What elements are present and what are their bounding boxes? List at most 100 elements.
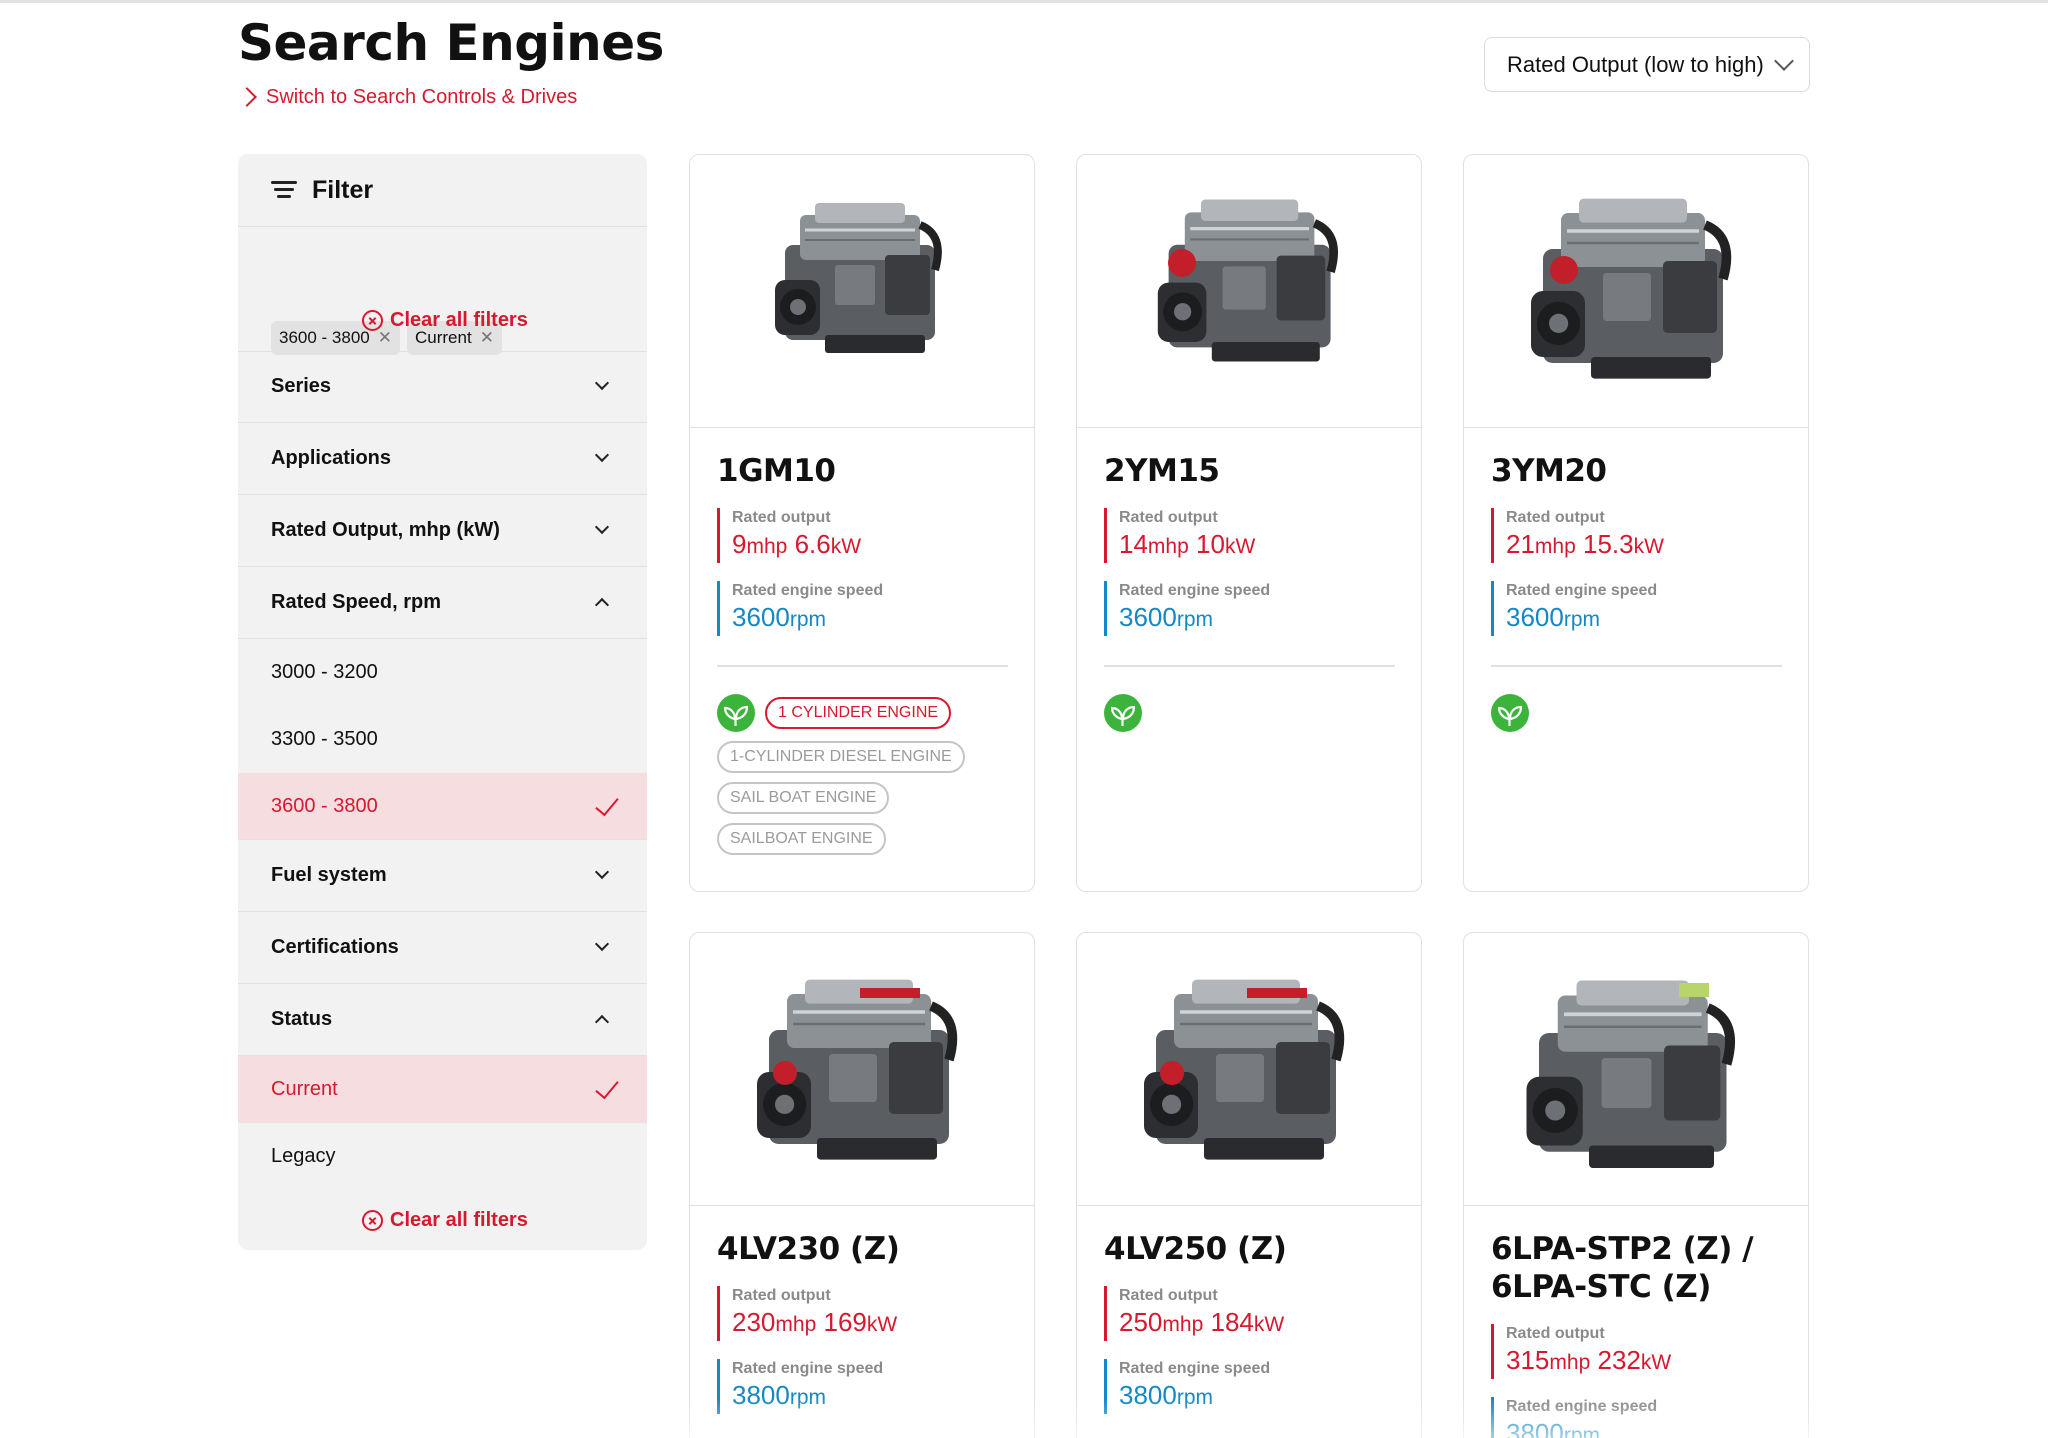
rated-output-label: Rated output: [732, 1287, 831, 1304]
engine-image: [1464, 155, 1808, 428]
filter-section-certifications[interactable]: Certifications: [238, 912, 647, 984]
rated-speed: Rated engine speed 3800rpm: [717, 1359, 1008, 1414]
eco-leaf-icon: [1104, 693, 1142, 732]
clear-all-filters-top[interactable]: Clear all filters: [362, 309, 528, 332]
mhp-value: 21: [1506, 529, 1535, 559]
mhp-value: 250: [1119, 1307, 1163, 1337]
engine-name: 4LV250 (Z): [1104, 1231, 1287, 1267]
filter-section-applications[interactable]: Applications: [238, 423, 647, 495]
status-option-current[interactable]: Current: [238, 1056, 647, 1123]
engine-image: [690, 155, 1034, 428]
engine-name: 1GM10: [717, 453, 836, 489]
active-filters: 3600 - 3800 ✕ Current ✕: [238, 227, 647, 355]
chevron-down-icon: [594, 936, 610, 952]
rated-speed: Rated engine speed 3600rpm: [1104, 581, 1395, 636]
rated-speed-label: Rated engine speed: [1119, 1360, 1271, 1377]
speed-option-3300[interactable]: 3300 - 3500: [238, 706, 647, 773]
kw-value: 184: [1210, 1307, 1254, 1337]
rated-output-label: Rated output: [1119, 1287, 1218, 1304]
kw-unit: kW: [1224, 535, 1256, 558]
rated-output-label: Rated output: [1506, 509, 1605, 526]
rpm-unit: rpm: [1176, 1386, 1214, 1409]
tags: 1 CYLINDER ENGINE 1-CYLINDER DIESEL ENGI…: [717, 693, 1008, 855]
rated-speed-label: Rated engine speed: [1119, 582, 1271, 599]
clear-all-label: Clear all filters: [390, 1209, 528, 1231]
tag[interactable]: SAILBOAT ENGINE: [717, 822, 886, 855]
chevron-down-icon: [1774, 51, 1794, 71]
rpm-value: 3800: [1119, 1380, 1177, 1410]
section-label: Applications: [271, 447, 392, 469]
engine-card[interactable]: 3YM20 Rated output 21mhp 15.3kW Rated en…: [1463, 154, 1809, 892]
rated-output: Rated output 9mhp 6.6kW: [717, 508, 1008, 563]
mhp-unit: mhp: [775, 1313, 817, 1336]
mhp-unit: mhp: [746, 535, 788, 558]
tags: [1491, 693, 1782, 732]
checkmark-icon: [595, 1074, 619, 1100]
checkmark-icon: [595, 791, 619, 817]
rated-output: Rated output 250mhp 184kW: [1104, 1286, 1395, 1341]
speed-option-3600[interactable]: 3600 - 3800: [238, 773, 647, 840]
tag[interactable]: SAIL BOAT ENGINE: [717, 781, 890, 814]
divider: [1491, 665, 1782, 667]
switch-to-controls-link[interactable]: Switch to Search Controls & Drives: [236, 84, 577, 110]
kw-unit: kW: [866, 1313, 898, 1336]
option-label: Current: [271, 1078, 338, 1100]
engine-name: 3YM20: [1491, 453, 1607, 489]
engine-name-line1: 6LPA-STP2 (Z) /: [1491, 1231, 1754, 1267]
switch-link-label: Switch to Search Controls & Drives: [266, 85, 578, 108]
engine-image: [1077, 933, 1421, 1206]
kw-value: 169: [823, 1307, 867, 1337]
tags: [1104, 693, 1395, 732]
kw-value: 15.3: [1583, 529, 1634, 559]
filter-section-rated-speed[interactable]: Rated Speed, rpm: [238, 567, 647, 639]
rpm-unit: rpm: [1563, 1424, 1601, 1438]
engine-card[interactable]: 6LPA-STP2 (Z) / 6LPA-STC (Z) Rated outpu…: [1463, 932, 1809, 1438]
engine-card[interactable]: 1GM10 Rated output 9mhp 6.6kW Rated engi…: [689, 154, 1035, 892]
filter-icon: [271, 181, 297, 199]
filter-panel: Filter 3600 - 3800 ✕ Current ✕ Clear all…: [238, 154, 647, 1250]
rated-speed: Rated engine speed 3800rpm: [1104, 1359, 1395, 1414]
engine-card[interactable]: 4LV230 (Z) Rated output 230mhp 169kW Rat…: [689, 932, 1035, 1438]
filter-section-series[interactable]: Series: [238, 351, 647, 423]
clear-all-filters-bottom[interactable]: Clear all filters: [362, 1209, 528, 1232]
rated-speed: Rated engine speed 3600rpm: [717, 581, 1008, 636]
engine-name-line2: 6LPA-STC (Z): [1491, 1269, 1711, 1305]
tag[interactable]: 1-CYLINDER DIESEL ENGINE: [717, 740, 965, 773]
kw-unit: kW: [1253, 1313, 1285, 1336]
status-option-legacy[interactable]: Legacy: [238, 1123, 647, 1190]
page-title: Search Engines: [238, 14, 664, 72]
mhp-value: 315: [1506, 1345, 1550, 1375]
tag-primary[interactable]: 1 CYLINDER ENGINE: [765, 696, 952, 729]
chevron-down-icon: [594, 447, 610, 463]
section-label: Status: [271, 1008, 333, 1030]
rated-output-label: Rated output: [732, 509, 831, 526]
rpm-unit: rpm: [789, 1386, 827, 1409]
chevron-down-icon: [594, 864, 610, 880]
engine-card[interactable]: 2YM15 Rated output 14mhp 10kW Rated engi…: [1076, 154, 1422, 892]
filter-section-rated-output[interactable]: Rated Output, mhp (kW): [238, 495, 647, 567]
filter-section-status[interactable]: Status: [238, 984, 647, 1056]
mhp-value: 14: [1119, 529, 1148, 559]
section-label: Rated Output, mhp (kW): [271, 519, 500, 541]
kw-unit: kW: [1633, 535, 1664, 558]
rpm-unit: rpm: [1563, 608, 1601, 631]
mhp-unit: mhp: [1549, 1351, 1591, 1374]
section-label: Series: [271, 375, 332, 397]
clear-circle-icon: [362, 1210, 383, 1231]
chevron-down-icon: [594, 375, 610, 391]
top-border: [0, 0, 2048, 5]
chevron-down-icon: [594, 519, 610, 535]
kw-unit: kW: [830, 535, 862, 558]
speed-option-3000[interactable]: 3000 - 3200: [238, 639, 647, 706]
section-label: Certifications: [271, 936, 399, 958]
eco-leaf-icon: [717, 693, 755, 732]
clear-circle-icon: [362, 310, 383, 331]
sort-select[interactable]: Rated Output (low to high): [1484, 37, 1810, 92]
rated-output: Rated output 230mhp 169kW: [717, 1286, 1008, 1341]
mhp-unit: mhp: [1534, 535, 1576, 558]
kw-value: 232: [1597, 1345, 1641, 1375]
filter-section-fuel-system[interactable]: Fuel system: [238, 840, 647, 912]
kw-value: 6.6: [794, 529, 831, 559]
rpm-unit: rpm: [789, 608, 827, 631]
engine-card[interactable]: 4LV250 (Z) Rated output 250mhp 184kW Rat…: [1076, 932, 1422, 1438]
